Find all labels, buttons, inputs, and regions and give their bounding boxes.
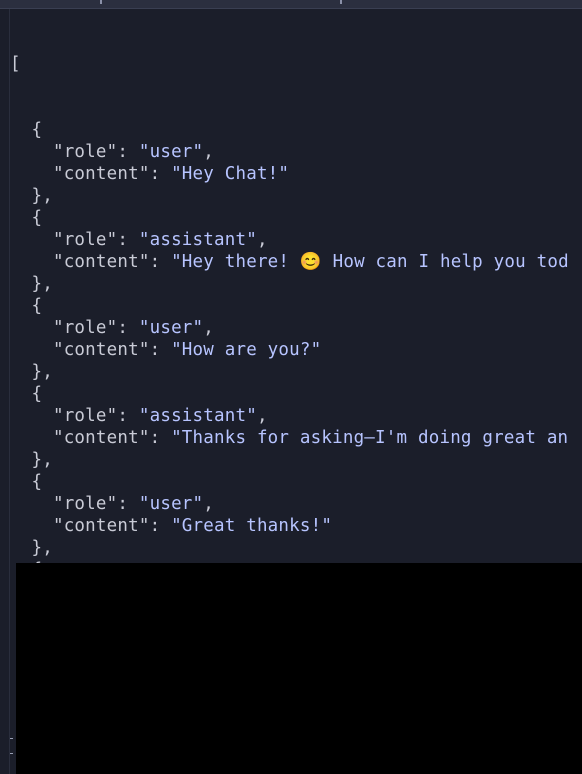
- content-value: "Hey there! 😊 How can I help you tod: [171, 252, 569, 272]
- colon: :: [149, 252, 172, 272]
- code-line-open-brace: {: [10, 295, 582, 317]
- content-key: "content": [52, 252, 150, 272]
- terminal-panel[interactable]: [16, 563, 582, 774]
- code-line-content: "content": "How are you?": [10, 339, 582, 361]
- role-key: "role": [52, 494, 118, 514]
- role-key: "role": [52, 318, 118, 338]
- comma: ,: [203, 318, 215, 338]
- content-value: "Hey Chat!": [171, 164, 290, 184]
- close-brace: },: [31, 362, 53, 382]
- tab-marker: [100, 0, 102, 4]
- gutter-marker: [10, 753, 13, 754]
- code-line-open-bracket: [: [10, 53, 582, 75]
- comma: ,: [203, 494, 215, 514]
- editor-window: [ { "role": "user", "content": "Hey Chat…: [0, 0, 582, 774]
- close-brace: },: [31, 186, 53, 206]
- role-key: "role": [52, 406, 118, 426]
- comma: ,: [256, 230, 268, 250]
- role-value: "assistant": [138, 406, 257, 426]
- code-line-close-brace: },: [10, 537, 582, 559]
- gutter-marker: [10, 738, 13, 739]
- code-line-close-brace: },: [10, 449, 582, 471]
- line-gutter: [0, 9, 10, 774]
- code-line-content: "content": "Hey there! 😊 How can I help …: [10, 251, 582, 273]
- code-line-open-brace: {: [10, 383, 582, 405]
- code-line-role: "role": "assistant",: [10, 405, 582, 427]
- code-line-role: "role": "user",: [10, 141, 582, 163]
- open-brace: {: [31, 120, 43, 140]
- close-brace: },: [31, 450, 53, 470]
- role-value: "user": [138, 142, 204, 162]
- code-editor[interactable]: [ { "role": "user", "content": "Hey Chat…: [10, 9, 582, 647]
- role-value: "assistant": [138, 230, 257, 250]
- open-bracket: [: [10, 54, 21, 74]
- colon: :: [149, 340, 172, 360]
- comma: ,: [256, 406, 268, 426]
- open-brace: {: [31, 472, 43, 492]
- code-line-role: "role": "assistant",: [10, 229, 582, 251]
- code-line-content: "content": "Great thanks!": [10, 515, 582, 537]
- code-line-close-brace: },: [10, 361, 582, 383]
- colon: :: [117, 494, 139, 514]
- content-value: "How are you?": [171, 340, 322, 360]
- colon: :: [117, 406, 139, 426]
- content-key: "content": [52, 164, 150, 184]
- code-line-role: "role": "user",: [10, 317, 582, 339]
- title-bar: [0, 0, 582, 9]
- content-key: "content": [52, 340, 150, 360]
- content-key: "content": [52, 428, 150, 448]
- role-key: "role": [52, 230, 118, 250]
- code-line-content: "content": "Hey Chat!": [10, 163, 582, 185]
- code-line-close-brace: },: [10, 273, 582, 295]
- content-key: "content": [52, 516, 150, 536]
- open-brace: {: [31, 208, 43, 228]
- colon: :: [117, 230, 139, 250]
- comma: ,: [203, 142, 215, 162]
- colon: :: [149, 428, 172, 448]
- colon: :: [149, 164, 172, 184]
- role-key: "role": [52, 142, 118, 162]
- open-brace: {: [31, 384, 43, 404]
- tab-marker: [340, 0, 342, 4]
- colon: :: [149, 516, 172, 536]
- colon: :: [117, 318, 139, 338]
- code-line-role: "role": "user",: [10, 493, 582, 515]
- role-value: "user": [138, 494, 204, 514]
- code-line-open-brace: {: [10, 471, 582, 493]
- open-brace: {: [31, 296, 43, 316]
- close-brace: },: [31, 538, 53, 558]
- role-value: "user": [138, 318, 204, 338]
- code-line-open-brace: {: [10, 119, 582, 141]
- code-line-content: "content": "Thanks for asking—I'm doing …: [10, 427, 582, 449]
- colon: :: [117, 142, 139, 162]
- code-line-close-brace: },: [10, 185, 582, 207]
- code-line-open-brace: {: [10, 207, 582, 229]
- close-brace: },: [31, 274, 53, 294]
- content-value: "Great thanks!": [171, 516, 333, 536]
- content-value: "Thanks for asking—I'm doing great an: [171, 428, 569, 448]
